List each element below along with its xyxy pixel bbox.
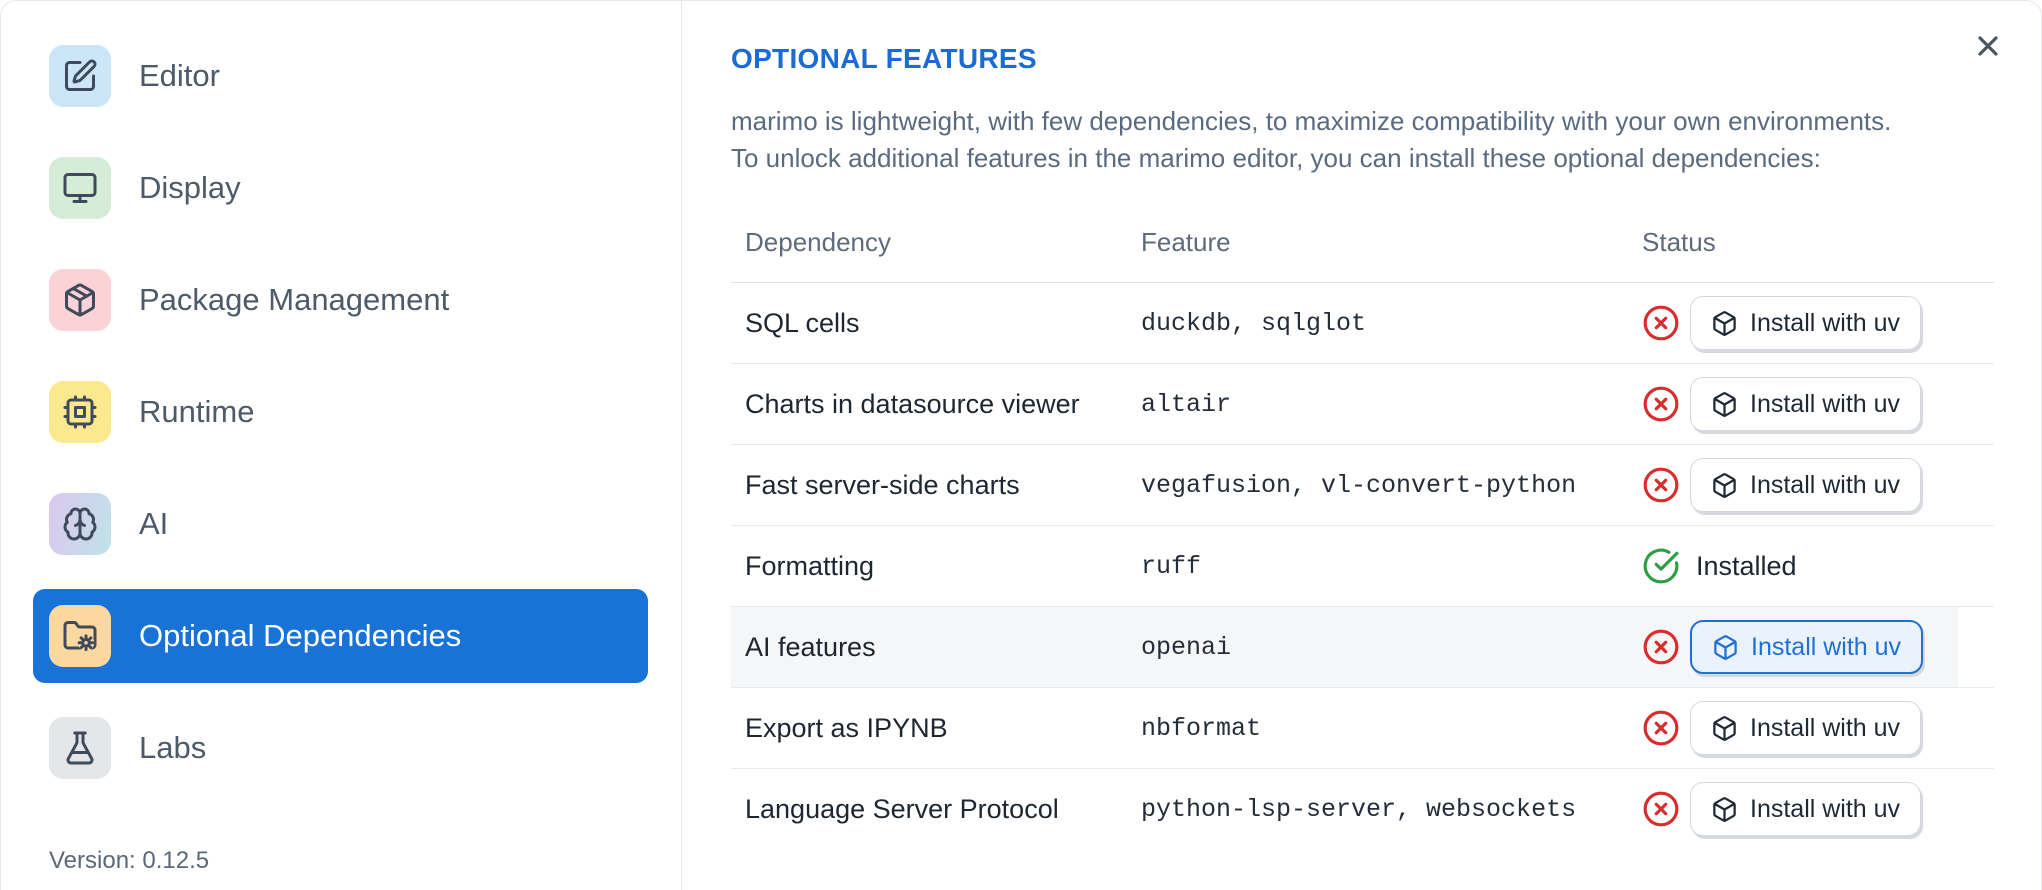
dependency-name: Export as IPYNB xyxy=(731,687,1141,769)
circle-x-icon xyxy=(1643,629,1679,665)
dependency-name: Formatting xyxy=(731,525,1141,607)
sidebar-item-optional-dependencies[interactable]: Optional Dependencies xyxy=(33,589,648,683)
box-icon xyxy=(1713,715,1736,741)
feature-packages: vegafusion, vl-convert-python xyxy=(1141,444,1642,526)
sidebar-item-label: Labs xyxy=(139,730,207,765)
monitor-icon xyxy=(49,157,111,219)
install-with-uv-button[interactable]: Install with uv xyxy=(1690,458,1922,512)
sidebar-item-ai[interactable]: AI xyxy=(33,477,648,571)
box-icon xyxy=(1713,310,1736,336)
sidebar-item-editor[interactable]: Editor xyxy=(33,29,648,123)
description-line-1: marimo is lightweight, with few dependen… xyxy=(731,106,1892,136)
sidebar-item-label: Runtime xyxy=(139,394,255,429)
sidebar-item-package-management[interactable]: Package Management xyxy=(33,253,648,347)
column-header-status: Status xyxy=(1642,199,1994,283)
flask-icon xyxy=(49,717,111,779)
table-row: Language Server Protocol python-lsp-serv… xyxy=(731,769,1994,850)
table-row: Export as IPYNB nbformat Install with uv xyxy=(731,687,1994,769)
dependency-name: Charts in datasource viewer xyxy=(731,363,1141,445)
table-row: Charts in datasource viewer altair Insta… xyxy=(731,363,1994,445)
settings-sidebar: Editor Display Package Management Runtim… xyxy=(1,1,682,890)
install-with-uv-button[interactable]: Install with uv xyxy=(1690,701,1922,755)
circle-x-icon xyxy=(1643,467,1679,503)
box-icon xyxy=(1713,796,1736,822)
table-header-row: Dependency Feature Status xyxy=(731,199,1994,283)
box-icon xyxy=(1713,472,1736,498)
sidebar-item-label: Display xyxy=(139,170,241,205)
page-title: OPTIONAL FEATURES xyxy=(731,43,1037,74)
optional-features-table: Dependency Feature Status SQL cells duck… xyxy=(731,199,1994,850)
dependency-name: Language Server Protocol xyxy=(745,793,1059,824)
sidebar-item-label: Editor xyxy=(139,58,220,93)
description: marimo is lightweight, with few dependen… xyxy=(731,103,1994,177)
sidebar-item-runtime[interactable]: Runtime xyxy=(33,365,648,459)
package-icon xyxy=(49,269,111,331)
circle-x-icon xyxy=(1643,710,1679,746)
install-with-uv-button[interactable]: Install with uv xyxy=(1690,296,1922,350)
feature-packages: openai xyxy=(1141,606,1642,688)
brain-icon xyxy=(49,493,111,555)
description-line-2: To unlock additional features in the mar… xyxy=(731,143,1821,173)
square-pen-icon xyxy=(49,45,111,107)
feature-packages: duckdb, sqlglot xyxy=(1141,282,1642,364)
sidebar-item-labs[interactable]: Labs xyxy=(33,701,648,795)
table-row: Fast server-side charts vegafusion, vl-c… xyxy=(731,444,1994,526)
settings-dialog: Editor Display Package Management Runtim… xyxy=(0,0,2042,890)
dependency-name: AI features xyxy=(731,606,1141,688)
circle-check-icon xyxy=(1643,548,1679,584)
table-row: AI features openai Install with uv xyxy=(731,606,1994,688)
x-icon xyxy=(1978,36,1998,56)
install-with-uv-button[interactable]: Install with uv xyxy=(1690,782,1922,837)
close-button[interactable] xyxy=(1969,27,2007,65)
table-row: Formatting ruff Installed xyxy=(731,525,1994,607)
circle-x-icon xyxy=(1643,305,1679,341)
circle-x-icon xyxy=(1643,791,1679,827)
column-header-feature: Feature xyxy=(1141,199,1642,283)
dependency-name: Fast server-side charts xyxy=(731,444,1141,526)
cpu-icon xyxy=(49,381,111,443)
install-with-uv-button[interactable]: Install with uv xyxy=(1690,620,1924,674)
feature-packages: python-lsp-server, websockets xyxy=(1141,794,1577,824)
feature-packages: altair xyxy=(1141,363,1642,445)
sidebar-item-display[interactable]: Display xyxy=(33,141,648,235)
install-with-uv-button[interactable]: Install with uv xyxy=(1690,377,1922,431)
dependency-name: SQL cells xyxy=(731,282,1141,364)
table-row: SQL cells duckdb, sqlglot Install with u… xyxy=(731,282,1994,364)
version-label: Version: 0.12.5 xyxy=(49,847,210,874)
sidebar-item-label: AI xyxy=(139,506,169,541)
installed-status-label: Installed xyxy=(1696,550,1797,581)
sidebar-item-label: Package Management xyxy=(139,282,450,317)
feature-packages: nbformat xyxy=(1141,687,1642,769)
box-icon xyxy=(1714,634,1737,660)
box-icon xyxy=(1713,391,1736,417)
circle-x-icon xyxy=(1643,386,1679,422)
folder-cog-icon xyxy=(49,605,111,667)
column-header-dependency: Dependency xyxy=(731,199,1141,283)
feature-packages: ruff xyxy=(1141,525,1642,607)
optional-features-panel: OPTIONAL FEATURES marimo is lightweight,… xyxy=(682,1,2041,890)
sidebar-item-label: Optional Dependencies xyxy=(139,618,462,653)
